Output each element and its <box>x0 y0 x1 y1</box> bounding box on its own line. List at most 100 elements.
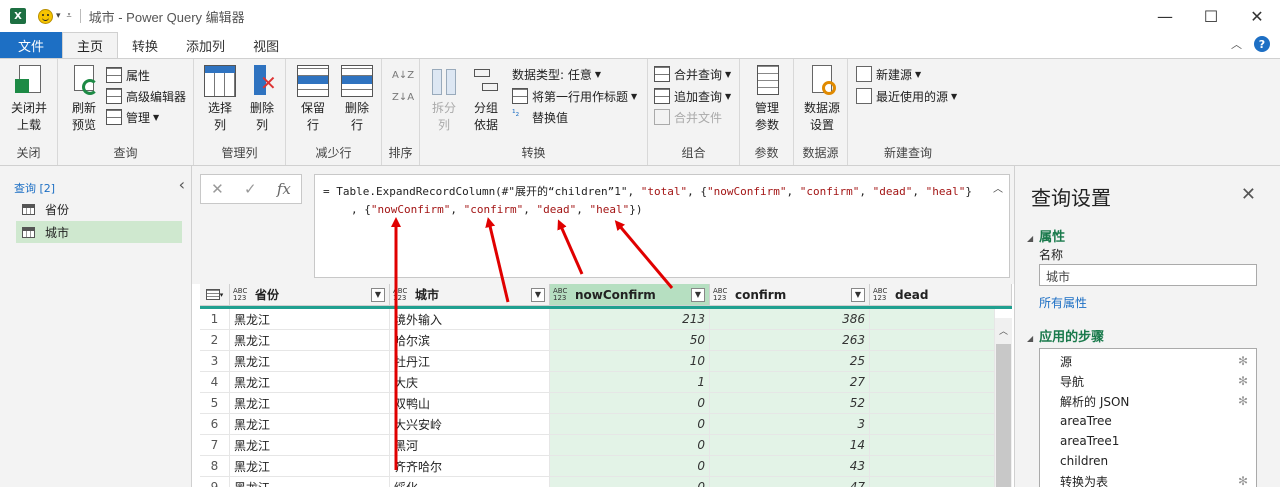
remove-columns-button[interactable]: ✕ 删除 列 <box>244 65 280 134</box>
collapse-pane-icon[interactable]: ‹ <box>179 175 185 194</box>
cell-confirm[interactable]: 27 <box>710 372 870 393</box>
row-number[interactable]: 4 <box>200 372 230 393</box>
properties-section[interactable]: 属性 <box>1027 226 1065 245</box>
tab-add-column[interactable]: 添加列 <box>172 32 239 58</box>
step-item[interactable]: 导航 ✻ <box>1040 371 1256 391</box>
gear-icon[interactable]: ✻ <box>1238 474 1248 487</box>
row-number[interactable]: 3 <box>200 351 230 372</box>
step-item[interactable]: 源 ✻ <box>1040 351 1256 371</box>
split-column-button[interactable]: 拆分 列 <box>426 65 462 134</box>
cell-dead[interactable] <box>870 330 995 351</box>
cell-city[interactable]: 绥化 <box>390 477 550 487</box>
cell-dead[interactable] <box>870 309 995 330</box>
column-header[interactable]: ABC 123 confirm ▼ <box>710 284 870 306</box>
customize-toolbar-icon[interactable]: ⩡ <box>67 11 72 21</box>
append-queries-button[interactable]: 追加查询 ▼ <box>654 86 731 106</box>
cell-province[interactable]: 黑龙江 <box>230 414 390 435</box>
step-item[interactable]: children <box>1040 451 1256 471</box>
maximize-button[interactable]: ☐ <box>1188 0 1234 32</box>
cell-dead[interactable] <box>870 456 995 477</box>
query-item-selected[interactable]: 城市 <box>16 221 182 243</box>
step-item[interactable]: 转换为表 ✻ <box>1040 471 1256 487</box>
smiley-icon[interactable] <box>38 8 53 24</box>
help-icon[interactable]: ? <box>1254 36 1270 52</box>
cell-province[interactable]: 黑龙江 <box>230 309 390 330</box>
row-number[interactable]: 1 <box>200 309 230 330</box>
cell-now-confirm[interactable]: 0 <box>550 435 710 456</box>
cell-city[interactable]: 牡丹江 <box>390 351 550 372</box>
gear-icon[interactable]: ✻ <box>1238 394 1248 408</box>
cell-confirm[interactable]: 43 <box>710 456 870 477</box>
close-and-load-button[interactable]: 关闭并 上载 <box>6 65 52 134</box>
cell-dead[interactable] <box>870 393 995 414</box>
all-properties-link[interactable]: 所有属性 <box>1039 294 1087 311</box>
cell-city[interactable]: 大兴安岭 <box>390 414 550 435</box>
filter-dropdown-icon[interactable]: ▼ <box>851 287 865 302</box>
cell-confirm[interactable]: 3 <box>710 414 870 435</box>
query-name-input[interactable]: 城市 <box>1039 264 1257 286</box>
cell-province[interactable]: 黑龙江 <box>230 435 390 456</box>
gear-icon[interactable]: ✻ <box>1238 354 1248 368</box>
row-number[interactable]: 6 <box>200 414 230 435</box>
cell-now-confirm[interactable]: 50 <box>550 330 710 351</box>
cell-dead[interactable] <box>870 435 995 456</box>
column-header[interactable]: ABC 123 省份 ▼ <box>230 284 390 306</box>
cell-city[interactable]: 哈尔滨 <box>390 330 550 351</box>
manage-parameters-button[interactable]: 管理 参数 <box>748 65 786 134</box>
step-item[interactable]: 解析的 JSON ✻ <box>1040 391 1256 411</box>
close-button[interactable]: ✕ <box>1234 0 1280 32</box>
tab-home[interactable]: 主页 <box>62 32 119 58</box>
dropdown-arrow-icon[interactable]: ▾ <box>56 11 61 21</box>
cell-confirm[interactable]: 386 <box>710 309 870 330</box>
formula-bar[interactable]: = Table.ExpandRecordColumn(#"展开的“childre… <box>314 174 1010 278</box>
cell-confirm[interactable]: 52 <box>710 393 870 414</box>
replace-values-button[interactable]: ¹₂ 替换值 <box>512 107 568 127</box>
sort-descending-button[interactable]: Z↓A <box>392 87 414 107</box>
cell-province[interactable]: 黑龙江 <box>230 372 390 393</box>
cell-city[interactable]: 境外输入 <box>390 309 550 330</box>
cell-dead[interactable] <box>870 477 995 487</box>
use-first-row-as-headers-button[interactable]: 将第一行用作标题 ▼ <box>512 86 637 106</box>
cell-now-confirm[interactable]: 1 <box>550 372 710 393</box>
row-number[interactable]: 7 <box>200 435 230 456</box>
recent-sources-button[interactable]: 最近使用的源 ▼ <box>856 86 957 106</box>
data-source-settings-button[interactable]: 数据源 设置 <box>800 65 844 134</box>
refresh-preview-button[interactable]: 刷新 预览 <box>64 65 104 134</box>
table-menu-button[interactable]: ▾ <box>200 284 230 306</box>
collapse-formula-icon[interactable]: ︿ <box>993 181 1003 199</box>
cell-province[interactable]: 黑龙江 <box>230 330 390 351</box>
step-item[interactable]: areaTree <box>1040 411 1256 431</box>
cell-now-confirm[interactable]: 0 <box>550 477 710 487</box>
cell-city[interactable]: 齐齐哈尔 <box>390 456 550 477</box>
cell-now-confirm[interactable]: 0 <box>550 393 710 414</box>
cell-now-confirm[interactable]: 213 <box>550 309 710 330</box>
filter-dropdown-icon[interactable]: ▼ <box>691 287 705 302</box>
properties-button[interactable]: 属性 <box>106 65 150 85</box>
choose-columns-button[interactable]: 选择 列 <box>202 65 238 134</box>
step-item[interactable]: areaTree1 <box>1040 431 1256 451</box>
cell-confirm[interactable]: 47 <box>710 477 870 487</box>
filter-dropdown-icon[interactable]: ▼ <box>371 287 385 302</box>
cell-province[interactable]: 黑龙江 <box>230 351 390 372</box>
confirm-icon[interactable]: ✓ <box>244 180 257 198</box>
cell-dead[interactable] <box>870 351 995 372</box>
cell-city[interactable]: 双鸭山 <box>390 393 550 414</box>
advanced-editor-button[interactable]: 高级编辑器 <box>106 86 186 106</box>
combine-files-button[interactable]: 合并文件 <box>654 107 722 127</box>
cell-confirm[interactable]: 14 <box>710 435 870 456</box>
filter-dropdown-icon[interactable]: ▼ <box>531 287 545 302</box>
row-number[interactable]: 5 <box>200 393 230 414</box>
cell-city[interactable]: 大庆 <box>390 372 550 393</box>
column-header-selected[interactable]: ABC 123 nowConfirm ▼ <box>550 284 710 306</box>
scroll-up-icon[interactable]: ︿ <box>999 324 1008 337</box>
query-item[interactable]: 省份 <box>16 198 182 220</box>
column-header[interactable]: ABC 123 dead <box>870 284 1012 306</box>
tab-file[interactable]: 文件 <box>0 32 63 58</box>
fx-icon[interactable]: fx <box>277 180 291 198</box>
cell-now-confirm[interactable]: 10 <box>550 351 710 372</box>
column-header[interactable]: ABC 123 城市 ▼ <box>390 284 550 306</box>
cancel-icon[interactable]: ✕ <box>211 180 224 198</box>
collapse-ribbon-icon[interactable]: ︿ <box>1231 36 1242 52</box>
scroll-thumb[interactable] <box>996 344 1011 487</box>
tab-transform[interactable]: 转换 <box>118 32 172 58</box>
